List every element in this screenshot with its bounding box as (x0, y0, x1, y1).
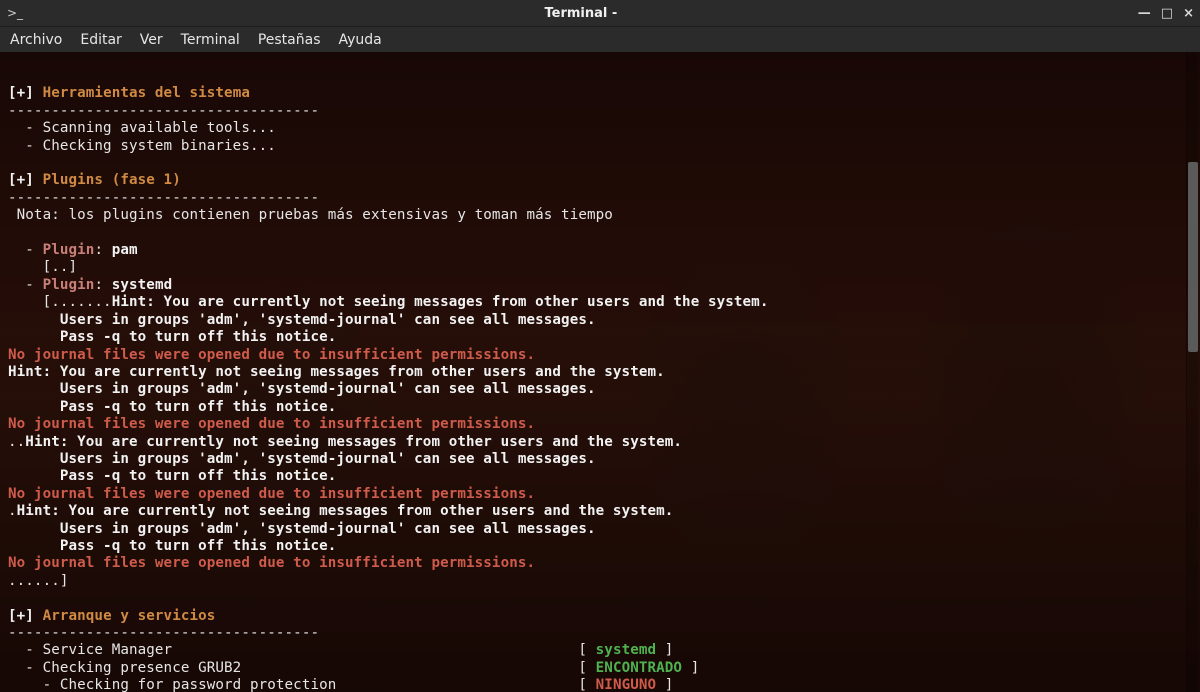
terminal-output[interactable]: [+] Herramientas del sistema -----------… (0, 52, 1200, 692)
menu-editar[interactable]: Editar (80, 32, 121, 48)
minimize-button[interactable]: — (1138, 6, 1151, 21)
scrollbar-thumb[interactable] (1188, 162, 1198, 352)
maximize-button[interactable]: □ (1161, 6, 1173, 21)
menu-archivo[interactable]: Archivo (10, 32, 62, 48)
close-button[interactable]: × (1183, 6, 1194, 21)
window-titlebar: >_ Terminal - — □ × (0, 0, 1200, 26)
menubar: Archivo Editar Ver Terminal Pestañas Ayu… (0, 26, 1200, 52)
menu-pestanas[interactable]: Pestañas (258, 32, 321, 48)
menu-ayuda[interactable]: Ayuda (339, 32, 382, 48)
window-buttons: — □ × (1138, 6, 1194, 21)
window-title: Terminal - (24, 6, 1138, 21)
terminal-viewport[interactable]: [+] Herramientas del sistema -----------… (0, 52, 1200, 692)
menu-terminal[interactable]: Terminal (181, 32, 240, 48)
terminal-app-icon: >_ (6, 6, 24, 20)
menu-ver[interactable]: Ver (140, 32, 163, 48)
vertical-scrollbar[interactable] (1186, 52, 1198, 692)
